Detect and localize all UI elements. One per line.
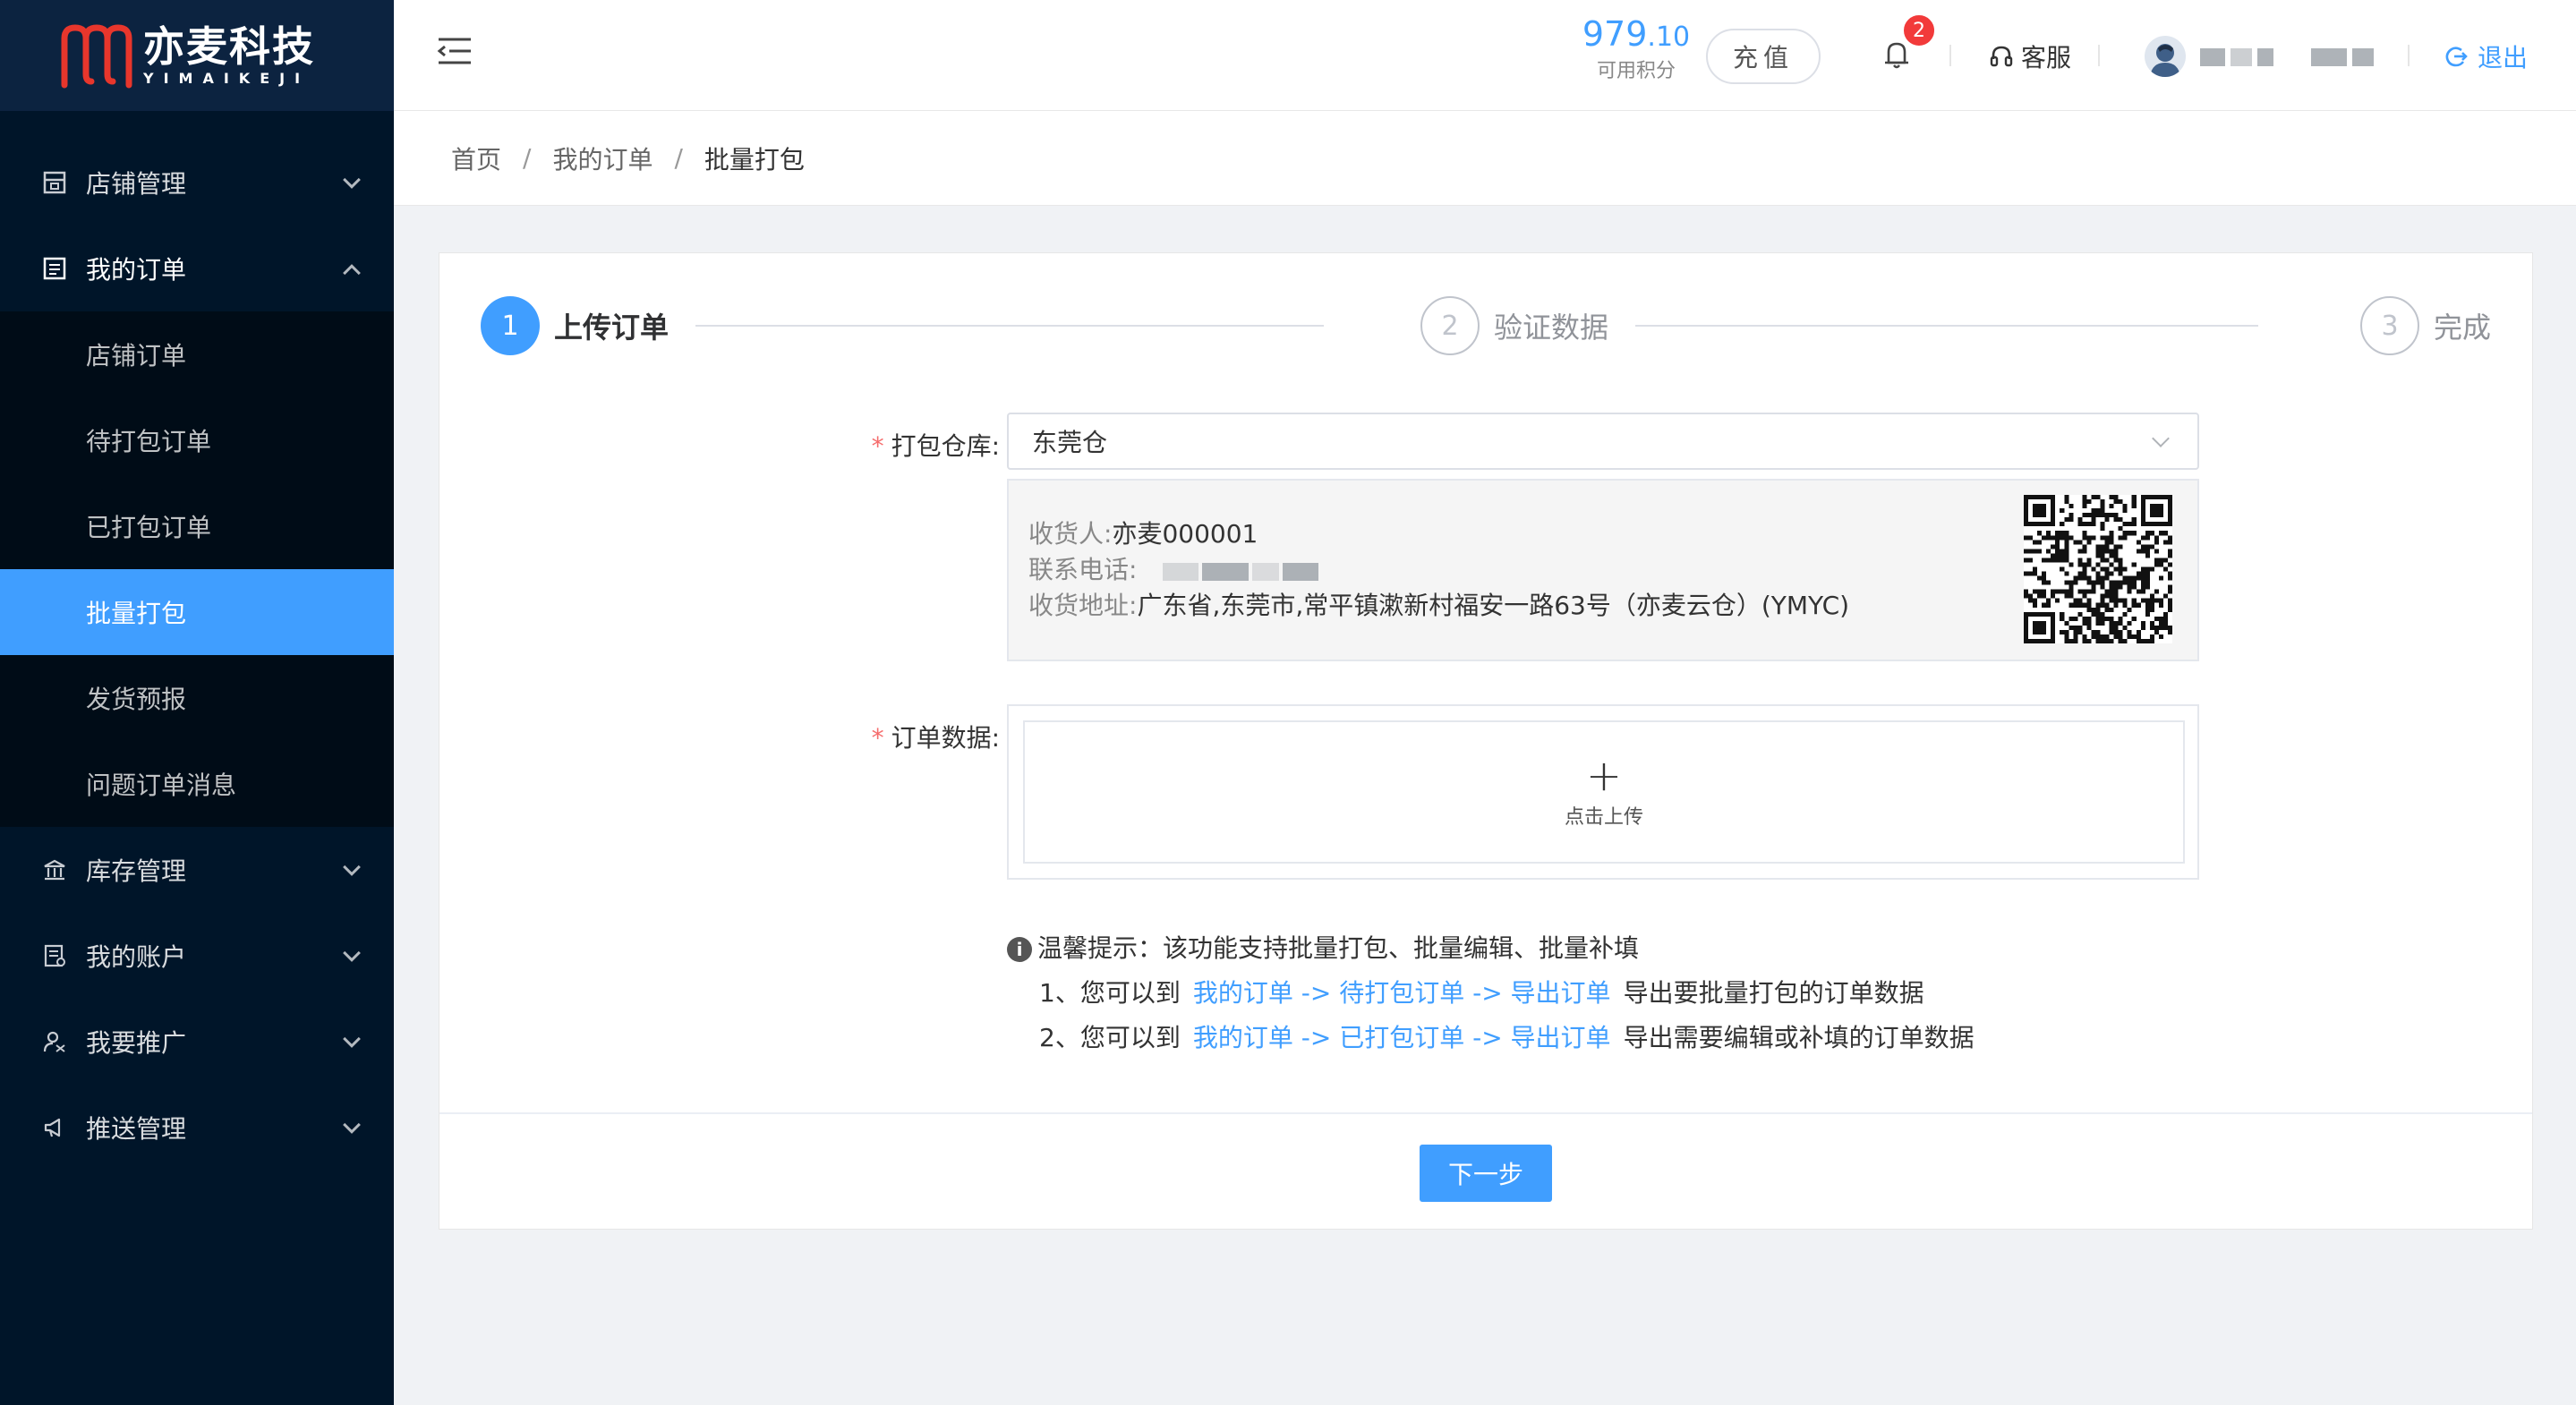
menu-promotion[interactable]: 我要推广: [0, 999, 394, 1085]
logout-button[interactable]: 退出: [2444, 36, 2528, 77]
step-number: 1: [481, 296, 540, 355]
address-row: 收货地址:广东省,东莞市,常平镇漱新村福安一路63号（亦麦云仓）(YMYC): [1028, 591, 1850, 620]
upload-dropzone[interactable]: + 点击上传: [1023, 720, 2185, 864]
chevron-down-icon: [343, 1116, 361, 1134]
points-display: 979.10 可用积分: [1574, 13, 1699, 84]
breadcrumb-separator: /: [523, 143, 532, 173]
phone-row: 联系电话:: [1028, 552, 1849, 588]
warehouse-value: 东莞仓: [1032, 428, 1108, 457]
step-connector: [695, 325, 1324, 327]
breadcrumb-home[interactable]: 首页: [451, 140, 501, 176]
chevron-down-icon: [343, 858, 361, 876]
step-title: 完成: [2434, 311, 2492, 345]
step-upload-orders: 1 上传订单: [481, 296, 669, 355]
logout-icon: [2445, 47, 2468, 67]
divider: [2098, 45, 2100, 66]
menu-label: 推送管理: [86, 1114, 187, 1144]
shop-icon: [41, 169, 68, 196]
sidebar: 亦麦科技 YIMAIKEJI 店铺管理 我的订单 店铺订单 待打包订单 已打包订…: [0, 0, 394, 1405]
export-packed-orders-link[interactable]: 我的订单 -> 已打包订单 -> 导出订单: [1193, 1023, 1611, 1052]
batch-pack-card: 1 上传订单 2 验证数据 3 完成 * 打包仓库: 东莞仓 收货人:亦麦0000…: [439, 252, 2533, 1230]
avatar[interactable]: [2145, 36, 2186, 77]
divider: [439, 1112, 2532, 1114]
menu-inventory[interactable]: 库存管理: [0, 827, 394, 913]
username[interactable]: [2200, 47, 2374, 68]
order-list-icon: [41, 255, 68, 282]
submenu-item-shop-orders[interactable]: 店铺订单: [0, 311, 394, 397]
menu-label: 我的账户: [86, 942, 187, 972]
upload-label: 点击上传: [1564, 806, 1643, 829]
breadcrumb-current: 批量打包: [704, 144, 805, 175]
plus-icon: +: [1585, 751, 1623, 801]
submenu-my-orders: 店铺订单 待打包订单 已打包订单 批量打包 发货预报 问题订单消息: [0, 311, 394, 827]
headset-icon: [1990, 46, 2013, 67]
submenu-item-problem-orders[interactable]: 问题订单消息: [0, 741, 394, 827]
breadcrumb-separator: /: [674, 143, 683, 173]
tips-section: i 温馨提示：该功能支持批量打包、批量编辑、批量补填 1、您可以到 我的订单 -> …: [1007, 926, 1975, 1060]
menu-my-orders[interactable]: 我的订单: [0, 226, 394, 311]
divider: [2408, 45, 2410, 66]
service-label: 客服: [2021, 43, 2072, 72]
recharge-button[interactable]: 充值: [1706, 29, 1821, 84]
export-pending-orders-link[interactable]: 我的订单 -> 待打包订单 -> 导出订单: [1193, 978, 1611, 1008]
account-icon: [41, 942, 68, 969]
warehouse-label: * 打包仓库:: [871, 431, 1000, 461]
chevron-down-icon: [2152, 430, 2170, 447]
notification-badge: 2: [1901, 13, 1937, 48]
points-value: 979.10: [1582, 14, 1691, 54]
qr-code-image: [2024, 495, 2172, 643]
tips-title: i 温馨提示：该功能支持批量打包、批量编辑、批量补填: [1007, 926, 1975, 971]
step-title: 验证数据: [1494, 311, 1609, 345]
submenu-item-batch-pack[interactable]: 批量打包: [0, 569, 394, 655]
upload-container: + 点击上传: [1007, 704, 2199, 880]
side-menu: 店铺管理 我的订单 店铺订单 待打包订单 已打包订单 批量打包 发货预报 问题订…: [0, 140, 394, 1171]
logo-icon: [61, 24, 132, 89]
step-connector: [1635, 325, 2258, 327]
chevron-up-icon: [343, 264, 361, 282]
chevron-down-icon: [343, 171, 361, 189]
menu-label: 店铺管理: [86, 169, 187, 199]
breadcrumb: 首页 / 我的订单 / 批量打包: [394, 111, 2576, 206]
points-label: 可用积分: [1596, 60, 1676, 82]
promote-icon: [41, 1028, 68, 1055]
menu-push-management[interactable]: 推送管理: [0, 1085, 394, 1171]
submenu-item-shipping-forecast[interactable]: 发货预报: [0, 655, 394, 741]
step-validate-data: 2 验证数据: [1420, 296, 1608, 355]
receiver-row: 收货人:亦麦000001: [1028, 519, 1258, 549]
tips-line-1: 1、您可以到 我的订单 -> 待打包订单 -> 导出订单 导出要批量打包的订单数据: [1039, 978, 1924, 1008]
menu-label: 我要推广: [86, 1028, 187, 1058]
order-data-label: * 订单数据:: [871, 723, 1000, 753]
brand-name: 亦麦科技: [143, 22, 315, 71]
chevron-down-icon: [343, 1030, 361, 1048]
breadcrumb-my-orders[interactable]: 我的订单: [552, 140, 653, 176]
step-complete: 3 完成: [2360, 296, 2491, 355]
warehouse-select[interactable]: 东莞仓: [1007, 413, 2199, 470]
submenu-item-pending-pack[interactable]: 待打包订单: [0, 397, 394, 483]
brand-logo[interactable]: 亦麦科技 YIMAIKEJI: [0, 0, 394, 111]
top-header: 979.10 可用积分 充值 2 客服 退出: [394, 0, 2576, 111]
submenu-item-packed[interactable]: 已打包订单: [0, 483, 394, 569]
chevron-down-icon: [343, 944, 361, 962]
menu-my-account[interactable]: 我的账户: [0, 913, 394, 999]
divider: [1949, 45, 1951, 66]
tips-line-2: 2、您可以到 我的订单 -> 已打包订单 -> 导出订单 导出需要编辑或补填的订单数…: [1039, 1023, 1975, 1052]
warehouse-address-panel: 收货人:亦麦000001 联系电话: 收货地址:广东省,东莞市,常平镇漱新村福安…: [1007, 479, 2199, 661]
menu-fold-icon[interactable]: [437, 36, 473, 66]
menu-label: 库存管理: [86, 856, 187, 886]
customer-service-link[interactable]: 客服: [1989, 36, 2071, 77]
megaphone-icon: [41, 1114, 68, 1141]
logout-label: 退出: [2478, 43, 2529, 72]
step-title: 上传订单: [554, 311, 670, 345]
brand-name-en: YIMAIKEJI: [143, 70, 311, 87]
info-icon: i: [1007, 937, 1032, 962]
step-number: 3: [2360, 296, 2419, 355]
menu-label: 我的订单: [86, 255, 187, 285]
next-step-button[interactable]: 下一步: [1420, 1145, 1552, 1202]
menu-shop-management[interactable]: 店铺管理: [0, 140, 394, 226]
step-number: 2: [1420, 296, 1480, 355]
bank-icon: [41, 856, 68, 883]
